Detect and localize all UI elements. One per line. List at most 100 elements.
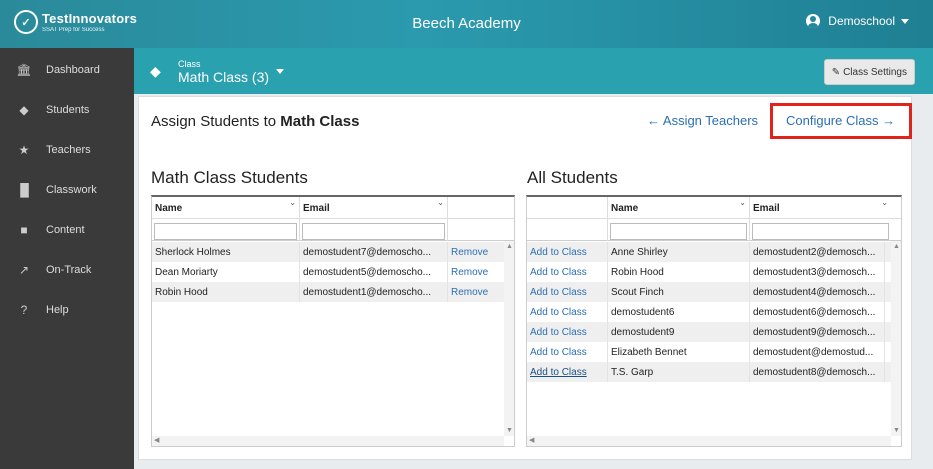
star-icon: ★ [18,143,30,157]
remove-button[interactable]: Remove [448,282,506,302]
vertical-scrollbar[interactable]: ▲ ▼ [891,241,901,436]
column-label: Email [303,203,330,214]
student-email: demostudent7@demoscho... [300,242,448,262]
line-chart-icon: ↗ [18,263,30,277]
sidebar-item-content[interactable]: ■ Content [0,210,134,250]
assign-teachers-link[interactable]: ← Assign Teachers [647,113,758,128]
column-header-name[interactable]: Name ⌄ [152,197,300,219]
table-row: Add to Class Scout Finch demostudent4@de… [527,282,901,302]
question-circle-icon: ? [20,303,28,317]
column-label: Name [155,203,183,214]
column-header-action [527,197,608,219]
horizontal-scrollbar[interactable]: ◀ [527,436,891,446]
student-name: demostudent6 [608,302,750,322]
student-email: demostudent5@demoscho... [300,262,448,282]
column-header-name[interactable]: Name ⌄ [608,197,750,219]
table-row: Add to Class demostudent6 demostudent6@d… [527,302,901,322]
chevron-down-icon[interactable]: ⌄ [437,198,444,207]
student-email: demostudent2@demosch... [750,242,885,262]
column-header-email[interactable]: Email ⌄ [750,197,891,219]
graduation-cap-icon: ◆ [19,103,29,117]
user-circle-icon [806,14,821,28]
class-selector[interactable]: Math Class (3) [178,69,269,85]
student-email: demostudent4@demosch... [750,282,885,302]
chevron-down-icon[interactable]: ⌄ [739,198,746,207]
graduation-cap-icon: ◆ [150,63,161,79]
class-students-grid: Name ⌄ Email ⌄ Sherlock Holmes demostude… [151,195,515,447]
table-row: Add to Class Robin Hood demostudent3@dem… [527,262,901,282]
add-to-class-button[interactable]: Add to Class [527,362,608,382]
student-name: Elizabeth Bennet [608,342,750,362]
student-name: demostudent9 [608,322,750,342]
table-row: Add to Class demostudent9 demostudent9@d… [527,322,901,342]
add-to-class-button[interactable]: Add to Class [527,302,608,322]
table-row: Add to Class Anne Shirley demostudent2@d… [527,242,901,262]
sidebar-item-label: Content [46,224,85,236]
column-header-action [448,197,514,219]
sidebar-item-label: Teachers [46,144,91,156]
chevron-down-icon[interactable]: ⌄ [881,198,888,207]
grid-header: Name ⌄ Email ⌄ [527,197,901,219]
name-filter-input[interactable] [610,222,747,240]
sidebar-item-classwork[interactable]: ▐▌ Classwork [0,170,134,210]
add-to-class-button[interactable]: Add to Class [527,282,608,302]
user-menu[interactable]: Demoschool [806,14,909,28]
column-label: Name [611,203,639,214]
configure-class-link[interactable]: Configure Class → [786,113,895,128]
student-name: Robin Hood [152,282,300,302]
class-label: Class [178,59,201,69]
sidebar-item-label: Students [46,104,90,116]
column-header-email[interactable]: Email ⌄ [300,197,448,219]
table-row: Add to Class Elizabeth Bennet demostuden… [527,342,901,362]
sidebar-item-students[interactable]: ◆ Students [0,90,134,130]
page-title-prefix: Assign Students to [151,113,281,130]
table-row: Dean Moriarty demostudent5@demoscho... R… [152,262,514,282]
student-name: Scout Finch [608,282,750,302]
add-to-class-button[interactable]: Add to Class [527,242,608,262]
all-students-grid: Name ⌄ Email ⌄ Add to Class Anne Shirley… [526,195,902,447]
email-filter-input[interactable] [302,222,445,240]
grid-header: Name ⌄ Email ⌄ [152,197,514,219]
top-bar: ✓ TestInnovators SSAT Prep for Success B… [0,0,933,48]
all-students-title: All Students [527,168,618,187]
email-filter-input[interactable] [752,222,889,240]
scroll-down-icon[interactable]: ▼ [893,427,900,434]
class-settings-button[interactable]: ✎ Class Settings [823,59,915,85]
chevron-down-icon[interactable] [276,69,284,74]
scroll-down-icon[interactable]: ▼ [506,427,513,434]
student-name: Anne Shirley [608,242,750,262]
edit-icon: ✎ [831,66,841,78]
school-title: Beech Academy [412,15,521,32]
remove-button[interactable]: Remove [448,262,506,282]
horizontal-scrollbar[interactable]: ◀ [152,436,504,446]
assign-students-panel: Assign Students to Math Class ← Assign T… [138,96,912,460]
filter-row [152,219,514,241]
table-row: Robin Hood demostudent1@demoscho... Remo… [152,282,514,302]
table-row: Add to Class T.S. Garp demostudent8@demo… [527,362,901,382]
vertical-scrollbar[interactable]: ▲ ▼ [504,241,514,436]
action-filter-cell [448,219,514,241]
scroll-left-icon[interactable]: ◀ [154,436,159,444]
add-to-class-button[interactable]: Add to Class [527,342,608,362]
name-filter-input[interactable] [154,222,297,240]
sidebar-item-teachers[interactable]: ★ Teachers [0,130,134,170]
bar-chart-icon: ▐▌ [16,183,34,197]
student-email: demostudent6@demosch... [750,302,885,322]
scroll-left-icon[interactable]: ◀ [529,436,534,444]
page-title: Assign Students to Math Class [151,113,359,130]
sidebar-item-on-track[interactable]: ↗ On-Track [0,250,134,290]
student-email: demostudent3@demosch... [750,262,885,282]
sidebar-item-dashboard[interactable]: 🏛︎ Dashboard [0,50,134,90]
sidebar-item-help[interactable]: ? Help [0,290,134,330]
column-label: Email [753,203,780,214]
sidebar-item-label: Classwork [46,184,97,196]
remove-button[interactable]: Remove [448,242,506,262]
add-to-class-button[interactable]: Add to Class [527,322,608,342]
table-row: Sherlock Holmes demostudent7@demoscho...… [152,242,514,262]
add-to-class-button[interactable]: Add to Class [527,262,608,282]
scroll-up-icon[interactable]: ▲ [893,243,900,250]
scroll-up-icon[interactable]: ▲ [506,243,513,250]
email-filter-cell [300,219,448,241]
chevron-down-icon[interactable]: ⌄ [289,198,296,207]
email-filter-cell [750,219,891,241]
